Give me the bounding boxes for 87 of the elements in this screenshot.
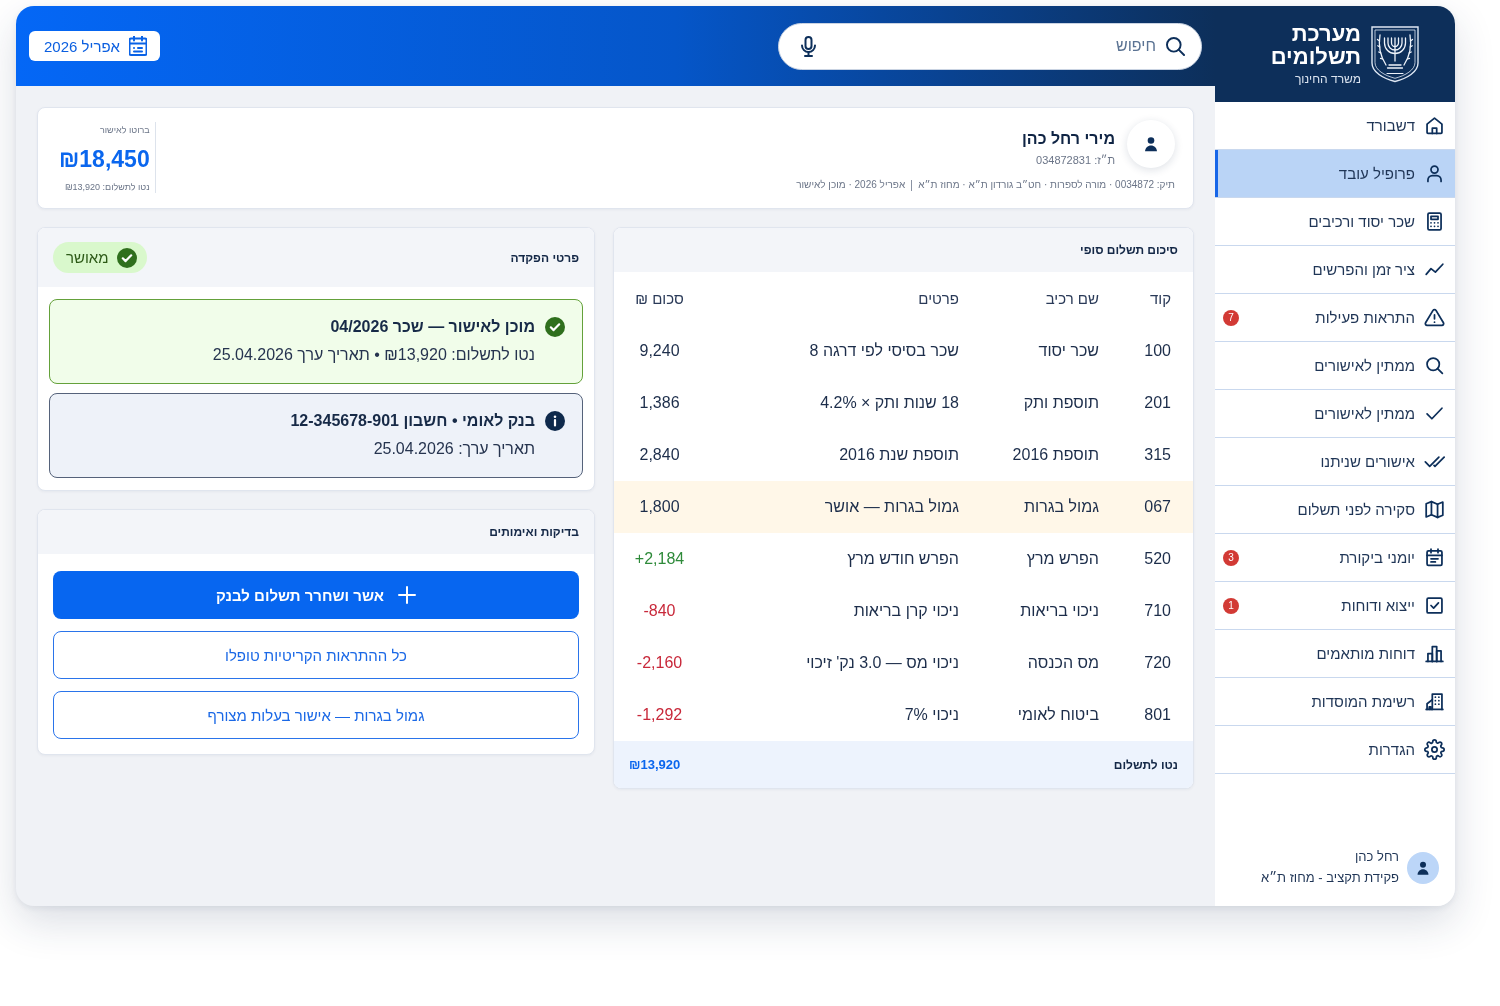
column-header: פרטים [917,290,960,307]
user-icon [1424,163,1445,184]
ministry-subtitle: משרד החינוך [1293,72,1361,86]
net-amount: נטו לתשלום: ₪13,920 [63,181,150,193]
notice-title: מוכן לאישור — שכר 04/2026 [329,317,535,337]
gross-label: ברוטו לאישור [98,124,150,136]
approve-button[interactable]: אשר ושחרר תשלום לבנק [53,571,579,619]
notice-text: תאריך ערך: 25.04.2026 [372,439,535,459]
table-cell-text: 520 [1143,550,1172,568]
table-cell-text: תוספת שנת 2016 [838,446,960,464]
calendar-icon [1424,547,1445,568]
employee-name: מירי רחל כהן [1022,129,1115,149]
check-item-button[interactable]: גמול בגרות — אישור בעלות מצורף [53,691,579,739]
column-header: שם רכיב [1044,290,1100,307]
table-cell-text: הפרש מרץ [1025,550,1100,568]
table-cell-text: מס הכנסה [1026,654,1100,672]
home-icon [1424,115,1445,136]
table-cell-text: +2,184 [633,550,685,568]
search-icon [1424,355,1445,376]
table-cell-text: 315 [1143,446,1172,464]
table-cell-text: -1,292 [635,706,683,724]
total-amount: ₪13,920 [629,757,681,772]
user-avatar-icon [1407,851,1439,884]
table-cell-text: 720 [1143,654,1172,672]
search-icon [1166,36,1185,56]
card-title: פרטי הפקדה [510,250,579,265]
info-icon [545,411,565,431]
app-title: מערכת תשלומים [1269,22,1361,68]
calculator-icon [1424,211,1445,232]
search-field[interactable]: חיפוש [778,22,1202,70]
card-title: בדיקות ואימותים [489,525,579,539]
table-cell-text: 201 [1143,394,1172,412]
table-cell-text: 1,800 [638,498,680,516]
table-cell-text: גמול בגרות — אושר [823,498,960,516]
sidebar-item[interactable]: פרופיל עובד [1215,150,1455,198]
status-text: מאושר [66,249,109,266]
table-cell-text: גמול בגרות [1023,498,1100,516]
checkbox-icon [1424,595,1445,616]
settings-icon [1424,739,1445,760]
table-cell-text: 18 שנות ותק × 4.2% [819,394,960,412]
menorah-emblem-icon [1370,25,1420,83]
user-name: רחל כהן [1353,849,1399,865]
notice-text: נטו לתשלום: ₪13,920 • תאריך ערך 25.04.2026 [212,345,535,365]
table-cell-text: 067 [1143,498,1172,516]
check-circle-icon [545,317,565,337]
warning-icon [1424,307,1445,328]
table-cell-text: -2,160 [635,654,683,672]
check-circle-icon [116,247,137,268]
table-cell-text: ניכוי בריאות [1019,602,1100,620]
building-icon [1424,691,1445,712]
gross-amount: ₪18,450 [59,144,150,173]
table-cell-text: ניכוי 7% [903,706,960,724]
table-cell-text: ביטוח לאומי [1016,706,1100,724]
plus-icon [397,586,416,604]
bar-chart-icon [1424,643,1445,664]
alert-count: 7 [1223,309,1239,326]
column-header: קוד [1148,290,1172,307]
employee-id: ת״ז: 034872831 [1035,153,1115,168]
column-header: סכום ₪ [634,290,684,307]
card-title: סיכום תשלום סופי [1080,243,1178,257]
table-cell-text: תוספת 2016 [1011,446,1100,464]
employee-details: תיק: 0034872 · מורה לספרות · חט״ב גורדון ת״א · מחוז ת״א [918,178,1175,192]
table-cell-text: 100 [1143,342,1172,360]
employee-avatar-icon [1127,120,1175,168]
period-status: אפריל 2026 · מוכן לאישור [796,178,906,192]
table-cell-text: שכר בסיסי לפי דרגה 8 [808,342,960,360]
table-cell-text: ניכוי מס — 3.0 נק' זיכוי [805,654,960,672]
calendar-icon [128,36,147,56]
check-item-button[interactable]: כל ההתראות הקריטיות טופלו [53,631,579,679]
table-cell-text: שכר יסוד [1037,342,1100,360]
user-role: פקידת תקציב - מחוז ת״א [1261,870,1399,886]
table-cell-text: תוספת ותק [1022,394,1100,412]
table-cell-text: 801 [1143,706,1172,724]
alert-count: 3 [1223,549,1239,566]
table-cell-text: 9,240 [638,342,680,360]
map-icon [1424,499,1445,520]
table-cell-text: 710 [1143,602,1172,620]
table-cell-text: ניכוי קרן בריאות [852,602,960,620]
alert-count: 1 [1223,597,1239,614]
table-cell-text: הפרש חודש מרץ [846,550,960,568]
table-cell-text: 2,840 [638,446,680,464]
table-cell-text: 1,386 [638,394,680,412]
total-label: נטו לתשלום [1113,757,1178,772]
table-cell-text: -840 [642,602,676,620]
notice-title: בנק לאומי • חשבון 12-345678-901 [290,411,535,431]
microphone-icon[interactable] [801,35,816,57]
period-button[interactable]: אפריל 2026 [29,31,160,61]
